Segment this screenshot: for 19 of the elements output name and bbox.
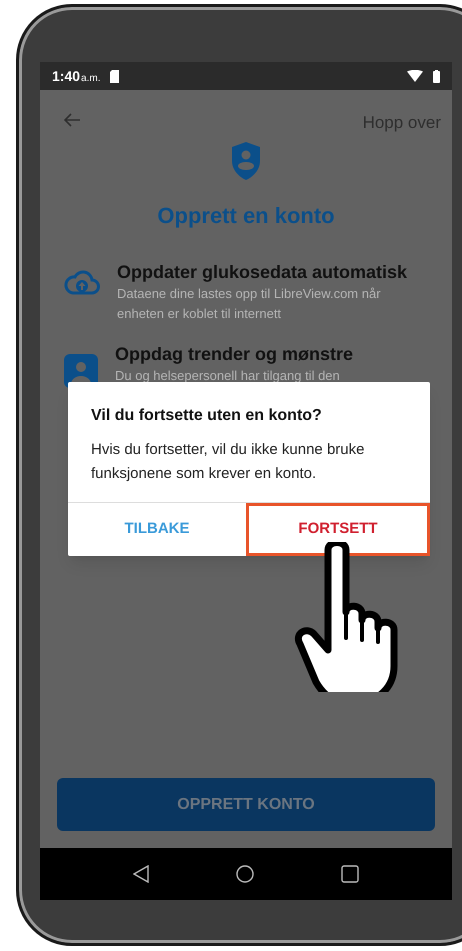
- shield-person-icon: [232, 142, 260, 180]
- back-triangle-icon[interactable]: [133, 865, 150, 883]
- create-account-button[interactable]: OPPRETT KONTO: [57, 778, 435, 831]
- feature-heading: Oppdater glukosedata automatisk: [117, 260, 408, 284]
- status-time: 1:40a.m.: [52, 66, 100, 86]
- recents-square-icon[interactable]: [340, 865, 359, 883]
- wifi-icon: [407, 70, 423, 82]
- dialog-button[interactable]: FORTSETT: [246, 503, 430, 556]
- dialog-title: Vil du fortsette uten en konto?: [90, 406, 323, 426]
- dialog-message: Hvis du fortsetter, vil du ikke kunne bruke funksjonene som krever en konto.: [90, 440, 366, 484]
- home-circle-icon[interactable]: [236, 865, 254, 883]
- dialog-button[interactable]: TILBAKE: [68, 503, 246, 556]
- battery-icon: [433, 70, 440, 82]
- page-title: Opprett en konto: [156, 202, 336, 230]
- sim-card-icon: [110, 70, 120, 82]
- feature-heading: Oppdag trender og mønstre: [115, 342, 354, 366]
- feature-description: Du og helsepersonell har tilgang til den: [115, 366, 341, 384]
- cloud-upload-icon: [64, 268, 100, 296]
- feature-description: Dataene dine lastes opp til LibreView.com når enheten er koblet til internett: [117, 284, 382, 322]
